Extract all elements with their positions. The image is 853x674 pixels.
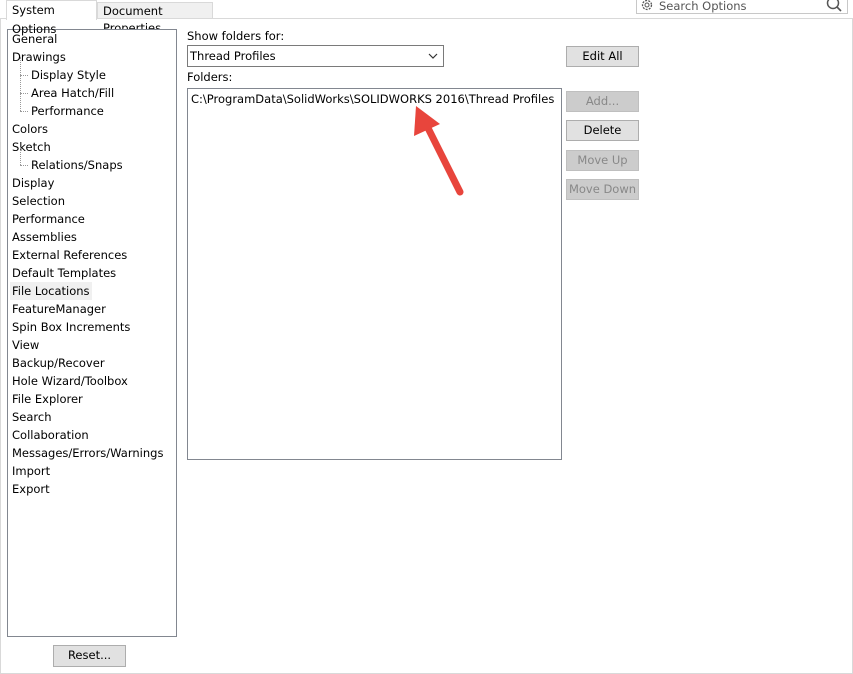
tree-item[interactable]: FeatureManager (10, 300, 108, 318)
tree-item[interactable]: External References (10, 246, 129, 264)
move-up-button[interactable]: Move Up (566, 150, 639, 171)
tree-item[interactable]: Sketch (10, 138, 53, 156)
search-options-input[interactable]: Search Options (636, 0, 848, 14)
tree-item[interactable]: Messages/Errors/Warnings (10, 444, 165, 462)
add-button[interactable]: Add... (566, 91, 639, 112)
tree-connector (20, 165, 28, 166)
tree-item[interactable]: Collaboration (10, 426, 91, 444)
tree-item[interactable]: View (10, 336, 41, 354)
tree-item[interactable]: Hole Wizard/Toolbox (10, 372, 130, 390)
move-down-button[interactable]: Move Down (566, 179, 639, 200)
tree-item[interactable]: File Locations (10, 282, 92, 300)
tree-item[interactable]: Search (10, 408, 54, 426)
tree-item[interactable]: Drawings (10, 48, 68, 66)
chevron-down-icon (428, 53, 438, 59)
tree-item[interactable]: Default Templates (10, 264, 118, 282)
tree-item[interactable]: Spin Box Increments (10, 318, 132, 336)
search-placeholder: Search Options (659, 0, 747, 13)
tree-item[interactable]: Assemblies (10, 228, 79, 246)
tree-connector (20, 93, 28, 94)
delete-button[interactable]: Delete (566, 120, 639, 141)
show-folders-select[interactable]: Thread Profiles (187, 45, 444, 67)
folders-list[interactable]: C:\ProgramData\SolidWorks\SOLIDWORKS 201… (187, 88, 562, 460)
edit-all-button[interactable]: Edit All (566, 46, 639, 67)
tree-item[interactable]: Performance (10, 210, 87, 228)
tree-item[interactable]: Display (10, 174, 56, 192)
folders-label: Folders: (187, 70, 233, 84)
tree-connector (20, 75, 28, 76)
options-tree[interactable]: General Drawings Display Style Area Hatch/F… (7, 29, 177, 637)
search-icon[interactable] (825, 0, 843, 13)
tree-connector (20, 93, 21, 111)
tree-item[interactable]: Display Style (29, 66, 108, 84)
tree-item[interactable]: Area Hatch/Fill (29, 84, 116, 102)
show-folders-label: Show folders for: (187, 29, 285, 43)
tree-item[interactable]: Import (10, 462, 52, 480)
tree-item[interactable]: Performance (29, 102, 106, 120)
tree-connector (20, 147, 21, 165)
tree-connector (20, 75, 21, 93)
tab-system-options[interactable]: System Options (6, 0, 97, 36)
tree-item[interactable]: Relations/Snaps (29, 156, 125, 174)
annotation-arrow-icon (414, 106, 464, 196)
folder-path-item[interactable]: C:\ProgramData\SolidWorks\SOLIDWORKS 201… (191, 92, 554, 106)
tree-item[interactable]: Backup/Recover (10, 354, 107, 372)
tab-document-properties[interactable]: Document Properties (97, 2, 213, 35)
show-folders-value: Thread Profiles (190, 49, 276, 63)
tree-item[interactable]: Selection (10, 192, 67, 210)
reset-button[interactable]: Reset... (53, 645, 126, 667)
tree-item[interactable]: Export (10, 480, 52, 498)
tree-connector (20, 57, 21, 75)
gear-icon (641, 0, 653, 11)
tree-item[interactable]: Colors (10, 120, 50, 138)
tree-connector (20, 111, 28, 112)
tree-item[interactable]: File Explorer (10, 390, 85, 408)
